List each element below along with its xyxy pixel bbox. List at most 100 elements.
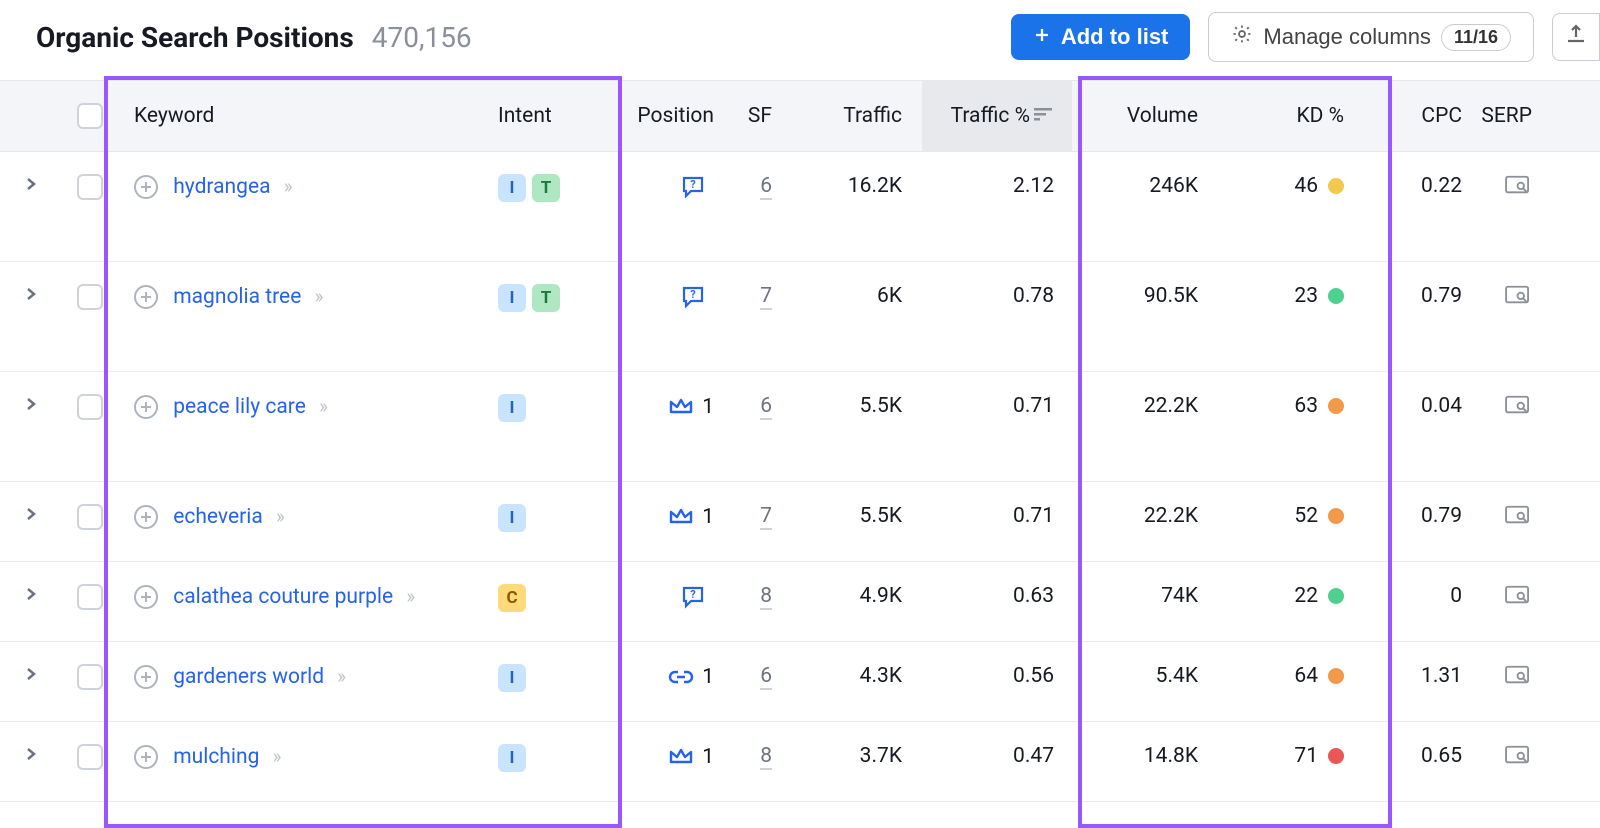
- expand-row-icon[interactable]: [23, 744, 39, 768]
- col-volume[interactable]: Volume: [1072, 104, 1212, 128]
- col-keyword[interactable]: Keyword: [118, 104, 498, 128]
- expand-row-icon[interactable]: [23, 504, 39, 528]
- row-checkbox[interactable]: [77, 664, 103, 690]
- row-checkbox[interactable]: [77, 284, 103, 310]
- traffic-value: 16.2K: [782, 174, 922, 198]
- col-intent[interactable]: Intent: [498, 104, 592, 128]
- add-keyword-icon[interactable]: [134, 395, 158, 419]
- expand-row-icon[interactable]: [23, 394, 39, 418]
- expand-row-icon[interactable]: [23, 284, 39, 308]
- position-crown-icon: [668, 744, 694, 770]
- export-button[interactable]: [1552, 13, 1600, 61]
- kd-value: 64: [1294, 664, 1318, 688]
- col-kd[interactable]: KD %: [1212, 104, 1362, 128]
- serp-snapshot-icon[interactable]: [1504, 584, 1532, 612]
- col-traffic-pct[interactable]: Traffic %: [922, 80, 1072, 152]
- position-value: 1: [702, 665, 714, 689]
- sort-desc-icon: [1034, 104, 1054, 128]
- add-to-list-label: Add to list: [1061, 24, 1169, 50]
- expand-row-icon[interactable]: [23, 664, 39, 688]
- kd-cell: 64: [1212, 664, 1344, 688]
- keyword-link[interactable]: mulching: [173, 745, 259, 769]
- chevron-right-icon: ››: [276, 504, 282, 528]
- sf-value[interactable]: 6: [760, 174, 772, 200]
- sf-value[interactable]: 7: [760, 284, 772, 310]
- chevron-right-icon: ››: [406, 584, 412, 608]
- table-body: hydrangea ›› IT 616.2K2.12246K 46 0.22 m…: [0, 152, 1600, 802]
- keyword-link[interactable]: calathea couture purple: [173, 585, 393, 609]
- position-crown-icon: [668, 504, 694, 530]
- add-keyword-icon[interactable]: [134, 175, 158, 199]
- add-keyword-icon[interactable]: [134, 745, 158, 769]
- traffic-pct-value: 0.47: [922, 744, 1072, 768]
- position-cell: 1: [592, 504, 714, 530]
- kd-difficulty-dot: [1328, 668, 1344, 684]
- columns-count-badge: 11/16: [1441, 24, 1511, 51]
- add-to-list-button[interactable]: Add to list: [1011, 14, 1191, 60]
- serp-snapshot-icon[interactable]: [1504, 284, 1532, 312]
- select-all-checkbox[interactable]: [77, 103, 103, 129]
- row-checkbox[interactable]: [77, 584, 103, 610]
- kd-cell: 22: [1212, 584, 1344, 608]
- keyword-link[interactable]: peace lily care: [173, 395, 306, 419]
- col-sf[interactable]: SF: [726, 104, 782, 128]
- serp-snapshot-icon[interactable]: [1504, 664, 1532, 692]
- sf-value[interactable]: 8: [760, 744, 772, 770]
- sf-value[interactable]: 6: [760, 664, 772, 690]
- col-traffic-pct-label: Traffic %: [951, 104, 1030, 128]
- serp-snapshot-icon[interactable]: [1504, 174, 1532, 202]
- sf-value[interactable]: 6: [760, 394, 772, 420]
- intent-badge-i: I: [498, 284, 526, 312]
- add-keyword-icon[interactable]: [134, 285, 158, 309]
- table-row: echeveria ›› I 1 75.5K0.7122.2K 52 0.79: [0, 482, 1600, 562]
- position-question-icon: [680, 174, 706, 200]
- chevron-right-icon: ››: [319, 394, 325, 418]
- table-row: hydrangea ›› IT 616.2K2.12246K 46 0.22: [0, 152, 1600, 262]
- traffic-pct-value: 0.71: [922, 504, 1072, 528]
- chevron-right-icon: ››: [284, 174, 290, 198]
- manage-columns-button[interactable]: Manage columns 11/16: [1208, 12, 1534, 62]
- row-checkbox[interactable]: [77, 174, 103, 200]
- add-keyword-icon[interactable]: [134, 585, 158, 609]
- export-icon: [1564, 22, 1588, 52]
- table-row: gardeners world ›› I 1 64.3K0.565.4K 64 …: [0, 642, 1600, 722]
- expand-row-icon[interactable]: [23, 584, 39, 608]
- keyword-link[interactable]: echeveria: [173, 505, 263, 529]
- add-keyword-icon[interactable]: [134, 665, 158, 689]
- col-traffic[interactable]: Traffic: [782, 104, 922, 128]
- position-value: 1: [702, 395, 714, 419]
- keyword-cell: gardeners world ››: [118, 664, 498, 689]
- intent-badge-i: I: [498, 504, 526, 532]
- cpc-value: 0: [1362, 584, 1472, 608]
- sf-value[interactable]: 7: [760, 504, 772, 530]
- intent-badges: C: [498, 584, 592, 612]
- volume-value: 90.5K: [1072, 284, 1212, 308]
- row-checkbox[interactable]: [77, 744, 103, 770]
- traffic-value: 5.5K: [782, 504, 922, 528]
- results-count: 470,156: [372, 21, 472, 54]
- keyword-link[interactable]: gardeners world: [173, 665, 324, 689]
- sf-value[interactable]: 8: [760, 584, 772, 610]
- volume-value: 246K: [1072, 174, 1212, 198]
- col-serp[interactable]: SERP: [1472, 104, 1552, 128]
- row-checkbox[interactable]: [77, 504, 103, 530]
- serp-snapshot-icon[interactable]: [1504, 504, 1532, 532]
- page-title: Organic Search Positions: [36, 21, 354, 54]
- add-keyword-icon[interactable]: [134, 505, 158, 529]
- keyword-link[interactable]: hydrangea: [173, 175, 270, 199]
- gear-icon: [1231, 23, 1253, 51]
- kd-value: 71: [1294, 744, 1318, 768]
- volume-value: 74K: [1072, 584, 1212, 608]
- keyword-cell: mulching ››: [118, 744, 498, 769]
- col-position[interactable]: Position: [592, 104, 726, 128]
- row-checkbox[interactable]: [77, 394, 103, 420]
- keyword-link[interactable]: magnolia tree: [173, 285, 301, 309]
- expand-row-icon[interactable]: [23, 174, 39, 198]
- serp-snapshot-icon[interactable]: [1504, 744, 1532, 772]
- kd-value: 22: [1294, 584, 1318, 608]
- cpc-value: 1.31: [1362, 664, 1472, 688]
- col-cpc[interactable]: CPC: [1362, 104, 1472, 128]
- cpc-value: 0.04: [1362, 394, 1472, 418]
- keyword-cell: hydrangea ››: [118, 174, 498, 199]
- serp-snapshot-icon[interactable]: [1504, 394, 1532, 422]
